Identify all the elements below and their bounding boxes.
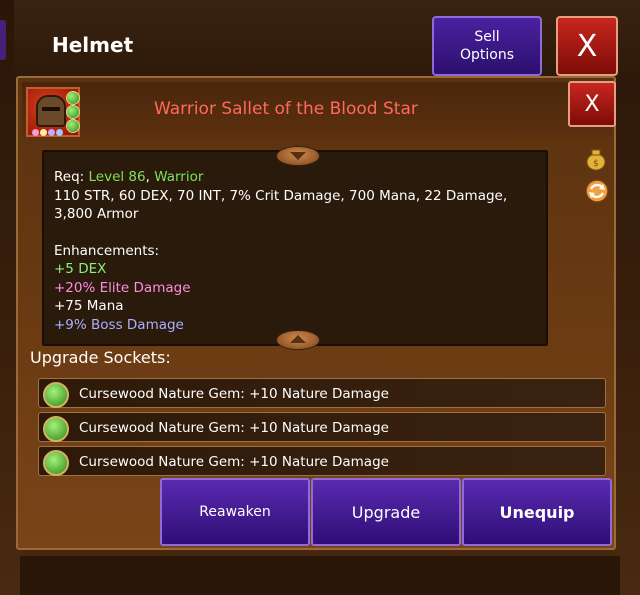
close-window-button[interactable]: X: [556, 16, 618, 76]
socket-row[interactable]: Cursewood Nature Gem: +10 Nature Damage: [38, 412, 606, 442]
upgrade-button[interactable]: Upgrade: [311, 478, 461, 546]
enhancement-line: +20% Elite Damage: [54, 279, 191, 296]
socket-label: Cursewood Nature Gem: +10 Nature Damage: [79, 454, 389, 470]
transmute-icon[interactable]: [584, 178, 609, 203]
scroll-up-icon[interactable]: [276, 330, 320, 350]
left-edge-tab[interactable]: [0, 20, 6, 60]
sell-options-label-line2: Options: [459, 47, 515, 63]
sell-options-label-line1: Sell: [474, 29, 500, 45]
requirements-line: Req: Level 86, Warrior: [54, 168, 544, 187]
scroll-down-icon[interactable]: [276, 146, 320, 166]
upgrade-label: Upgrade: [351, 502, 421, 522]
socket-row[interactable]: Cursewood Nature Gem: +10 Nature Damage: [38, 378, 606, 408]
enhancements-title: Enhancements:: [54, 242, 160, 259]
socket-gem-icon: [66, 105, 80, 119]
rarity-dot-icon: [40, 129, 47, 136]
socket-gem-icon: [66, 119, 80, 133]
stats-box[interactable]: Req: Level 86, Warrior 110 STR, 60 DEX, …: [42, 146, 548, 350]
close-window-label: X: [576, 28, 598, 64]
item-name: Warrior Sallet of the Blood Star: [154, 99, 418, 119]
socket-label: Cursewood Nature Gem: +10 Nature Damage: [79, 386, 389, 402]
window-title: Helmet: [52, 33, 134, 57]
socket-label: Cursewood Nature Gem: +10 Nature Damage: [79, 420, 389, 436]
nature-gem-icon: [43, 382, 69, 408]
unequip-label: Unequip: [499, 502, 575, 522]
sell-options-button[interactable]: Sell Options: [432, 16, 542, 76]
req-class: Warrior: [154, 169, 204, 185]
unequip-button[interactable]: Unequip: [462, 478, 612, 546]
req-prefix: Req:: [54, 169, 85, 185]
socket-gem-icon: [66, 91, 80, 105]
helmet-shape: [36, 95, 66, 127]
close-item-label: X: [584, 91, 600, 117]
base-stats: 110 STR, 60 DEX, 70 INT, 7% Crit Damage,…: [54, 187, 508, 223]
sockets-title: Upgrade Sockets:: [30, 348, 171, 367]
bottom-bar: [20, 556, 620, 595]
close-item-button[interactable]: X: [568, 81, 616, 127]
req-level: Level 86: [88, 169, 146, 185]
nature-gem-icon: [43, 450, 69, 476]
enhancement-line: +75 Mana: [54, 298, 124, 314]
req-separator: ,: [145, 169, 150, 185]
rarity-dot-icon: [48, 129, 55, 136]
rarity-dot-icon: [32, 129, 39, 136]
svg-text:$: $: [593, 159, 599, 169]
reawaken-button[interactable]: Reawaken: [160, 478, 310, 546]
nature-gem-icon: [43, 416, 69, 442]
rarity-dot-icon: [56, 129, 63, 136]
item-details-panel: Warrior Sallet of the Blood Star X Req: …: [16, 76, 616, 550]
gold-pouch-icon[interactable]: $: [584, 146, 608, 171]
item-helmet-icon[interactable]: [26, 87, 80, 137]
stats-text: Req: Level 86, Warrior 110 STR, 60 DEX, …: [54, 168, 544, 334]
reawaken-label: Reawaken: [199, 504, 271, 520]
socket-row[interactable]: Cursewood Nature Gem: +10 Nature Damage: [38, 446, 606, 476]
enhancement-line: +5 DEX: [54, 261, 107, 277]
